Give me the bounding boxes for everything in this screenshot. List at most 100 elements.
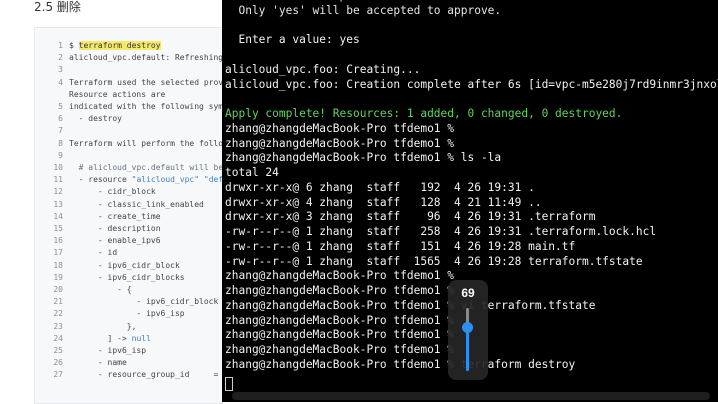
code-line-text: - resource "alicloud_vpc" "default" xyxy=(69,175,223,185)
code-line: 25 - ipv6_isp xyxy=(35,344,146,357)
code-line: 9 xyxy=(35,149,69,162)
terminal-line: Enter a value: yes xyxy=(225,33,360,47)
code-line-text: Resource actions are xyxy=(69,89,166,99)
terminal-line: -rw-r--r--@ 1 zhang staff 1565 4 26 19:2… xyxy=(225,254,643,268)
code-line-text: Terraform will perform the following act… xyxy=(69,138,223,148)
code-line: 21 - ipv6_cidr_block xyxy=(35,295,218,308)
code-line: 20 - { xyxy=(35,283,132,296)
terminal-line: Only 'yes' will be accepted to approve. xyxy=(225,3,502,17)
code-line: 7 xyxy=(35,124,69,137)
code-line-text: - ipv6_cidr_blocks xyxy=(69,272,185,282)
terminal-line: drwxr-xr-x@ 3 zhang staff 96 4 26 19:31 … xyxy=(225,210,596,224)
terminal-line: zhang@zhangdeMacBook-Pro tfdemo1 % vi te… xyxy=(225,298,596,312)
code-line-text: - destroy xyxy=(69,114,122,124)
code-line-text: alicloud_vpc.default: Refreshing state..… xyxy=(69,53,223,63)
code-line: 2 alicloud_vpc.default: Refreshing state.… xyxy=(35,51,223,64)
terminal-line: zhang@zhangdeMacBook-Pro tfdemo1 % xyxy=(225,121,455,135)
terminal-line: zhang@zhangdeMacBook-Pro tfdemo1 % xyxy=(225,136,455,150)
code-line: 17 - id xyxy=(35,246,117,259)
terminal-line: -rw-r--r--@ 1 zhang staff 258 4 26 19:31… xyxy=(225,225,657,238)
code-line-number: 3 xyxy=(58,65,63,75)
code-line: 5 indicated with the following symbols: xyxy=(35,100,223,113)
terminal-horizontal-scrollbar[interactable] xyxy=(232,392,710,400)
terminal-line: drwxr-xr-x@ 4 zhang staff 128 4 21 11:49… xyxy=(225,195,542,209)
code-line: 8 Terraform will perform the following ac… xyxy=(35,137,223,150)
terminal-line: drwxr-xr-x@ 6 zhang staff 192 4 26 19:31… xyxy=(225,180,535,194)
code-line-text: - ipv6_cidr_block xyxy=(69,260,180,270)
code-line-number: 7 xyxy=(58,126,63,136)
volume-overlay: 69 xyxy=(448,280,488,380)
terminal-line: total 24 xyxy=(225,166,279,179)
code-line: 10 # alicloud_vpc.default will be destro… xyxy=(35,161,223,174)
terminal-line: zhang@zhangdeMacBook-Pro tfdemo1 % terra… xyxy=(225,357,576,371)
volume-value: 69 xyxy=(461,286,475,300)
code-line-text: - { xyxy=(69,285,132,294)
code-line-number: 17 xyxy=(53,248,63,258)
code-line: 12 - cidr_block xyxy=(35,185,156,198)
code-line-text: - cidr_block xyxy=(69,187,156,197)
terminal-line: zhang@zhangdeMacBook-Pro tfdemo1 % xyxy=(225,328,455,342)
code-line-number: 26 xyxy=(53,358,63,368)
terminal-cursor xyxy=(225,377,233,391)
code-line: 19 - ipv6_cidr_blocks xyxy=(35,271,185,284)
terminal-line: alicloud_vpc.foo: Creating... xyxy=(225,62,421,76)
terminal-line: alicloud_vpc.foo: Creation complete afte… xyxy=(225,77,718,91)
code-line-number: 24 xyxy=(53,333,63,343)
volume-slider-fill xyxy=(466,327,469,371)
code-line-text: - ipv6_isp xyxy=(69,346,147,355)
code-line-number: 23 xyxy=(53,321,63,331)
code-line-number: 21 xyxy=(53,297,63,307)
code-line-number: 14 xyxy=(53,211,63,221)
code-line: 13 - classic_link_enabled xyxy=(35,198,204,211)
code-line-number: 12 xyxy=(53,187,63,197)
code-line: 24 ] -> null xyxy=(35,332,151,345)
code-line-number: 6 xyxy=(58,114,63,124)
terminal-line: zhang@zhangdeMacBook-Pro tfdemo1 % xyxy=(225,343,455,356)
code-line-number: 22 xyxy=(53,309,63,319)
code-line-number: 4 xyxy=(58,77,63,87)
doc-section-heading: 2.5 删除 xyxy=(34,0,81,14)
code-line-text: - name xyxy=(69,358,127,368)
code-line: 26 - name xyxy=(35,356,127,369)
code-line: 4 Terraform used the selected providers xyxy=(35,76,223,89)
code-line-number: 5 xyxy=(58,102,63,111)
code-line-number: 27 xyxy=(53,370,63,380)
code-line: 16 - enable_ipv6 xyxy=(35,234,161,247)
code-line-text: - description xyxy=(69,224,161,233)
code-line-number: 25 xyxy=(53,346,63,355)
code-line-text: - resource_group_id = "rg-acfm4bwt34xacx… xyxy=(69,370,223,380)
code-line-number: 18 xyxy=(53,260,63,270)
code-line-text: $ terraform destroy xyxy=(69,41,161,50)
volume-slider-knob[interactable] xyxy=(462,322,473,334)
code-line: 1 $ terraform destroy xyxy=(35,39,161,52)
terminal-line: zhang@zhangdeMacBook-Pro tfdemo1 % xyxy=(225,269,455,283)
code-line-number: 2 xyxy=(58,53,63,63)
terminal-line: -rw-r--r--@ 1 zhang staff 151 4 26 19:28… xyxy=(225,239,576,253)
code-line: Resource actions are xyxy=(35,88,165,101)
code-line: 14 - create_time xyxy=(35,210,160,223)
code-block: 1 $ terraform destroy 2 alicloud_vpc.defaul… xyxy=(34,27,223,404)
code-line-number: 11 xyxy=(53,175,63,185)
code-line: 27 - resource_group_id = "rg-acfm4bwt34x… xyxy=(35,368,223,381)
volume-slider[interactable] xyxy=(462,308,473,371)
code-line-text: }, xyxy=(69,321,137,331)
code-line: 15 - description xyxy=(35,222,161,235)
code-line-text: # alicloud_vpc.default will be destroyed xyxy=(78,163,223,172)
code-line-number: 15 xyxy=(53,224,63,233)
code-line-text: - enable_ipv6 xyxy=(69,236,161,246)
code-line: 22 - ipv6_isp xyxy=(35,307,185,320)
code-line-number: 19 xyxy=(53,272,63,282)
code-line-text: - ipv6_cidr_block xyxy=(69,297,219,307)
code-line-text: - id xyxy=(69,248,118,258)
terminal-line: zhang@zhangdeMacBook-Pro tfdemo1 % ls -l… xyxy=(225,151,502,165)
code-line: 11 - resource "alicloud_vpc" "default" xyxy=(35,173,223,186)
code-line-text: - ipv6_isp xyxy=(69,309,185,319)
code-line-number: 20 xyxy=(53,285,63,294)
code-line-text: indicated with the following symbols: xyxy=(69,102,223,111)
code-line-text: ] -> null xyxy=(69,333,151,343)
code-line: 6 - destroy xyxy=(35,112,122,125)
terminal-line: Apply complete! Resources: 1 added, 0 ch… xyxy=(225,107,623,120)
code-line-number: 10 xyxy=(53,163,63,172)
code-line-number: 13 xyxy=(53,199,63,209)
terminal-line: zhang@zhangdeMacBook-Pro tfdemo1 % xyxy=(225,313,455,327)
